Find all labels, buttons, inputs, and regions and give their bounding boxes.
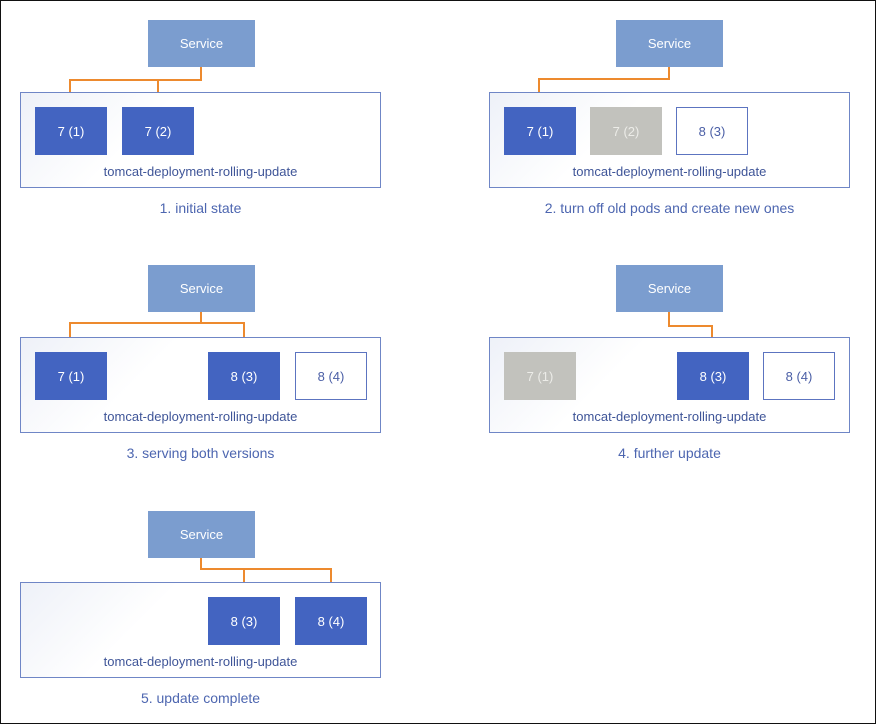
pod-creating: 8 (4) xyxy=(763,352,835,400)
step-caption: 4. further update xyxy=(618,445,721,461)
step-caption: 5. update complete xyxy=(140,690,261,706)
service-node: Service xyxy=(148,511,255,558)
pod-creating: 8 (4) xyxy=(295,352,367,400)
service-node: Service xyxy=(148,20,255,67)
pod-active: 7 (1) xyxy=(35,107,107,155)
pod-active: 8 (3) xyxy=(677,352,749,400)
pod-active: 8 (4) xyxy=(295,597,367,645)
pod-active: 7 (1) xyxy=(504,107,576,155)
service-node: Service xyxy=(616,20,723,67)
pod-active: 8 (3) xyxy=(208,352,280,400)
service-node: Service xyxy=(616,265,723,312)
deployment-label: tomcat-deployment-rolling-update xyxy=(103,654,298,669)
pod-active: 8 (3) xyxy=(208,597,280,645)
service-node: Service xyxy=(148,265,255,312)
deployment-label: tomcat-deployment-rolling-update xyxy=(572,409,767,424)
deployment-label: tomcat-deployment-rolling-update xyxy=(572,164,767,179)
step-caption: 2. turn off old pods and create new ones xyxy=(544,200,795,216)
pod-active: 7 (2) xyxy=(122,107,194,155)
pod-terminating: 7 (1) xyxy=(504,352,576,400)
pod-active: 7 (1) xyxy=(35,352,107,400)
deployment-label: tomcat-deployment-rolling-update xyxy=(103,164,298,179)
pod-terminating: 7 (2) xyxy=(590,107,662,155)
deployment-label: tomcat-deployment-rolling-update xyxy=(103,409,298,424)
pod-creating: 8 (3) xyxy=(676,107,748,155)
step-caption: 1. initial state xyxy=(159,200,242,216)
step-caption: 3. serving both versions xyxy=(126,445,275,461)
